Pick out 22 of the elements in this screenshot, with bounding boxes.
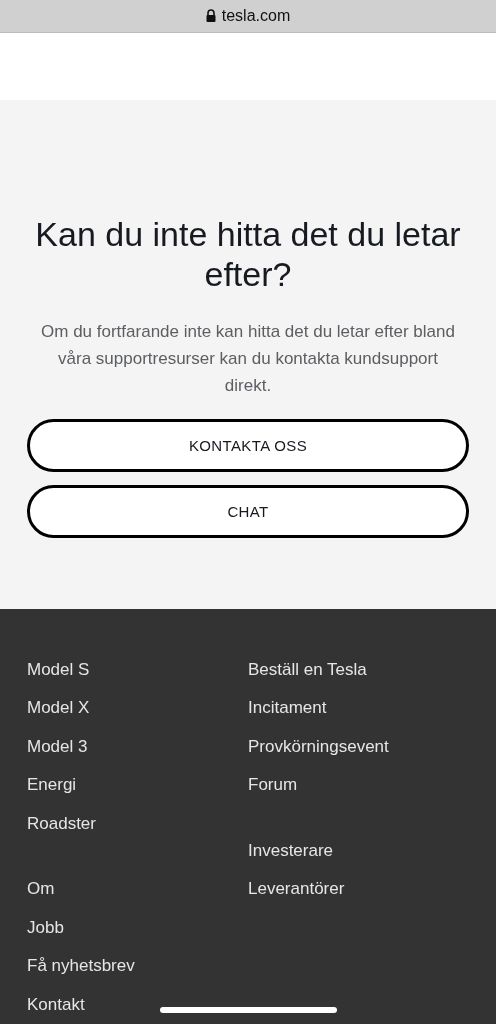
footer-link[interactable]: Om <box>27 870 248 909</box>
contact-button[interactable]: CHAT <box>27 485 469 539</box>
heading: Kan du inte hitta det du letar efter? <box>34 214 462 295</box>
address-bar[interactable]: tesla.com <box>0 0 496 33</box>
footer-link[interactable]: Beställ en Tesla <box>248 650 469 689</box>
footer-link[interactable]: Jobb <box>27 908 248 947</box>
footer-link[interactable]: Få nyhetsbrev <box>27 947 248 986</box>
footer-link[interactable]: Model 3 <box>27 727 248 766</box>
footer-link[interactable]: Model S <box>27 650 248 689</box>
footer-link[interactable]: Kontakt <box>27 985 248 1024</box>
footer-link[interactable]: Forum <box>248 766 469 805</box>
footer-link[interactable]: Model X <box>27 689 248 728</box>
footer-link[interactable]: Leverantörer <box>248 870 469 909</box>
footer-link[interactable]: Investerare <box>248 831 469 870</box>
lock-icon <box>205 9 216 23</box>
description: Om du fortfarande inte kan hitta det du letar efter bland våra supportresurser kan du kontakta kundsupport direkt. <box>40 321 456 398</box>
url-text: tesla.com <box>221 5 291 26</box>
contact-button[interactable]: KONTAKTA OSS <box>27 419 469 473</box>
footer-link[interactable]: Energi <box>27 766 248 805</box>
footer-link[interactable]: Provkörningsevent <box>248 727 469 766</box>
footer-link[interactable]: Incitament <box>248 689 469 728</box>
footer-link[interactable]: Roadster <box>27 804 248 843</box>
